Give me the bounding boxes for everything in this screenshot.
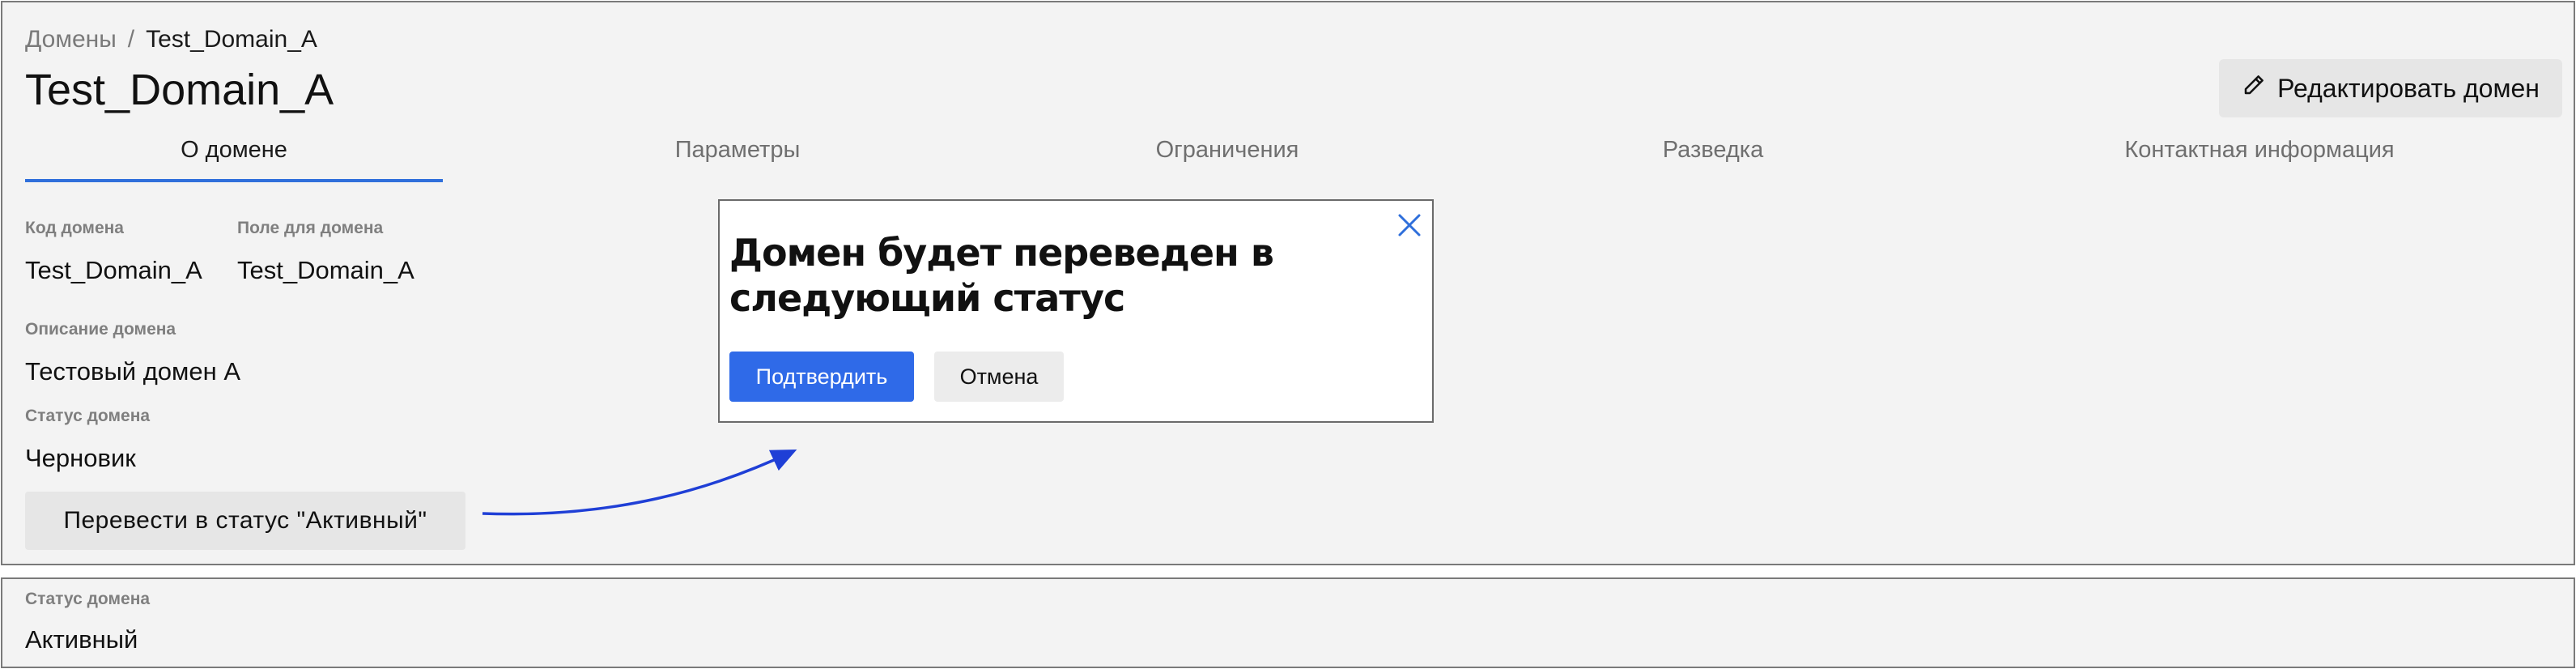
tab-restrictions[interactable]: Ограничения: [1065, 134, 1389, 182]
edit-domain-button[interactable]: Редактировать домен: [2219, 59, 2562, 117]
breadcrumb-separator: /: [127, 26, 135, 53]
domain-code-label: Код домена: [25, 219, 124, 237]
domain-field-value: Test_Domain_A: [237, 256, 414, 284]
result-status-panel: Статус домена Активный: [1, 577, 2575, 668]
modal-title: Домен будет переведен в следующий статус: [729, 231, 1274, 320]
close-icon: [1395, 214, 1424, 242]
tab-parameters[interactable]: Параметры: [576, 134, 899, 182]
domain-description-value: Тестовый домен А: [25, 357, 240, 386]
modal-close-button[interactable]: [1395, 211, 1424, 240]
pencil-icon: [2242, 73, 2266, 104]
page-title: Test_Domain_A: [25, 66, 334, 114]
breadcrumb-domains-link[interactable]: Домены: [25, 25, 117, 54]
breadcrumb: Домены / Test_Domain_A: [25, 25, 317, 54]
domain-code-value: Test_Domain_A: [25, 256, 202, 284]
tab-bar: О домене Параметры Ограничения Разведка …: [25, 124, 2562, 189]
result-status-value: Активный: [25, 625, 138, 654]
domain-status-value: Черновик: [25, 444, 136, 472]
tab-about[interactable]: О домене: [25, 134, 443, 182]
edit-domain-label: Редактировать домен: [2277, 73, 2540, 103]
result-status-label: Статус домена: [25, 590, 151, 608]
status-change-modal: Домен будет переведен в следующий статус…: [718, 199, 1434, 423]
confirm-button[interactable]: Подтвердить: [729, 352, 914, 402]
domain-description-label: Описание домена: [25, 320, 176, 339]
transition-to-active-button[interactable]: Перевести в статус "Активный": [25, 492, 465, 550]
breadcrumb-current: Test_Domain_A: [146, 26, 317, 53]
cancel-button[interactable]: Отмена: [934, 352, 1064, 402]
domain-field-label: Поле для домена: [237, 219, 384, 237]
tab-contact-info[interactable]: Контактная информация: [2057, 134, 2462, 182]
domain-status-label: Статус домена: [25, 407, 151, 425]
tab-exploration[interactable]: Разведка: [1551, 134, 1875, 182]
